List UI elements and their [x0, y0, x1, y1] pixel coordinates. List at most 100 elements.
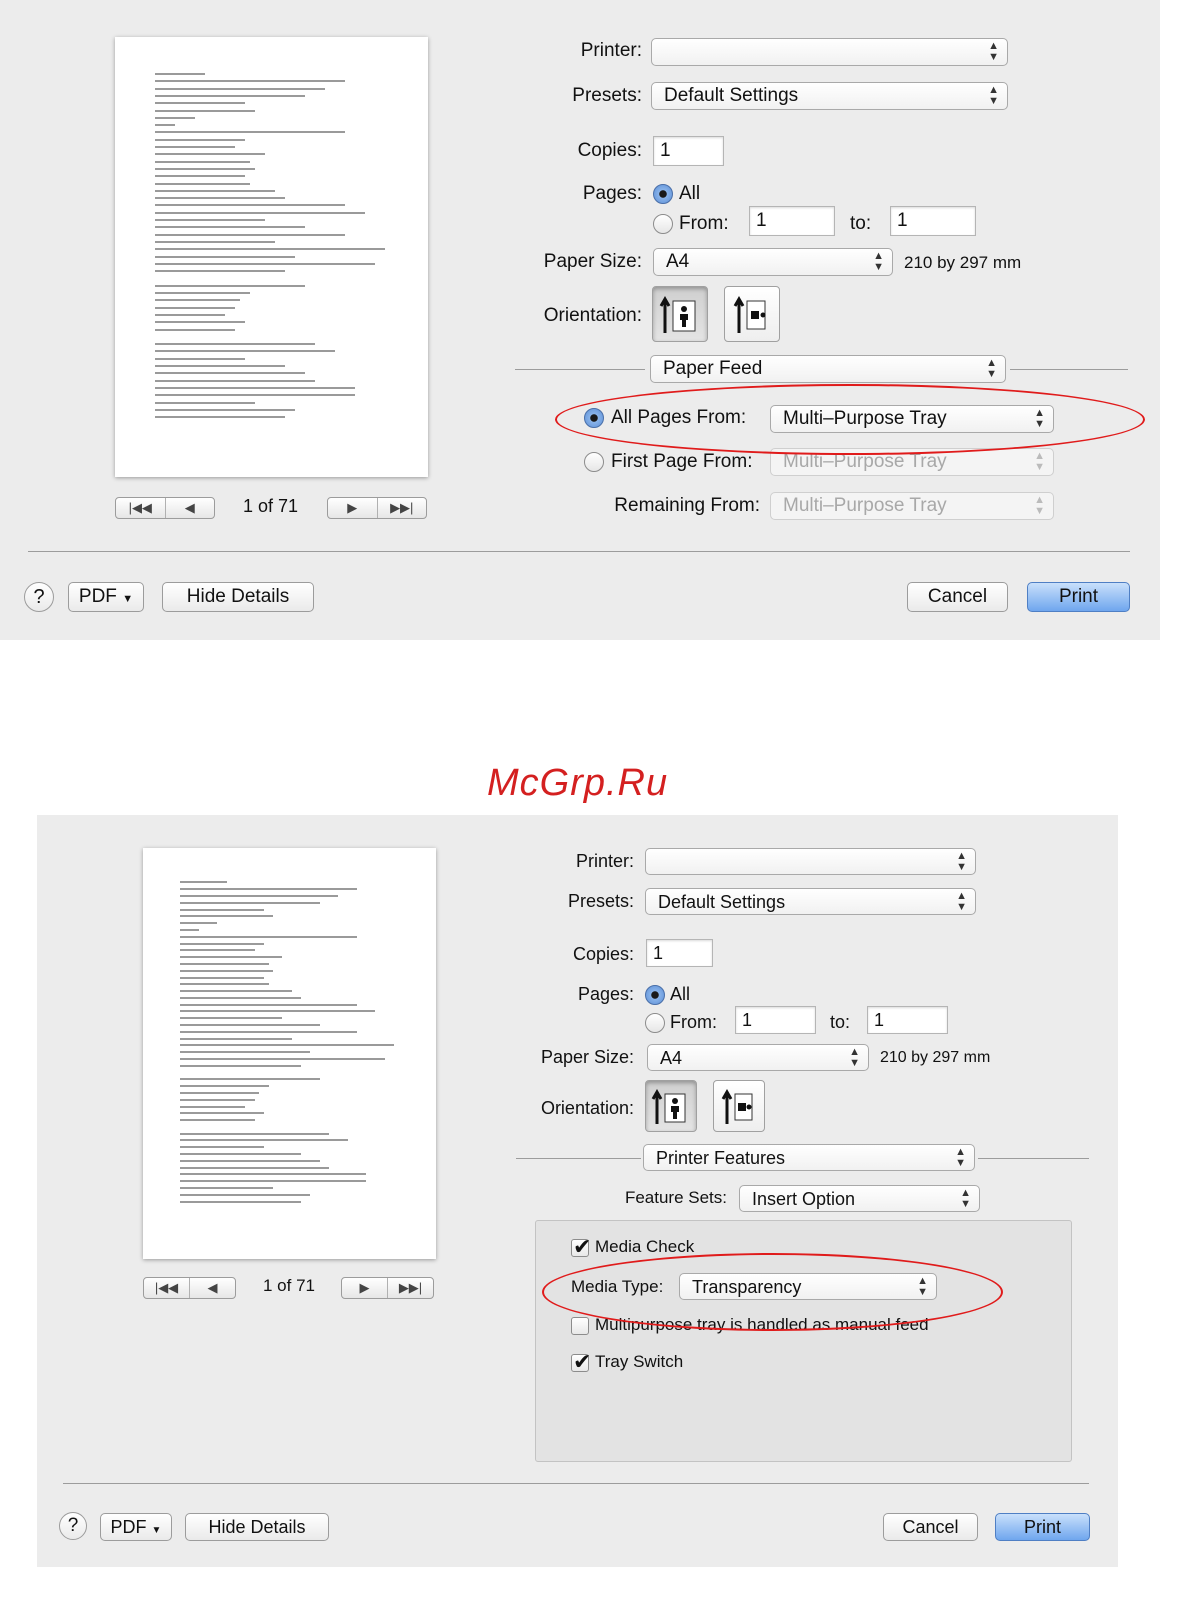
help-button[interactable]: ?: [24, 582, 54, 612]
pages-all-label: All: [679, 183, 701, 204]
last-page-icon[interactable]: ▶▶|: [387, 1278, 433, 1298]
preview-text-line: [180, 1037, 292, 1040]
multipurpose-manual-checkbox[interactable]: [571, 1317, 589, 1335]
print-dialog-paper-feed: |◀◀ ◀ 1 of 71 ▶ ▶▶| Printer: ▲ ▼ Presets: D…: [0, 0, 1160, 640]
print-button[interactable]: Print: [1027, 582, 1130, 612]
printer-label: Printer:: [575, 851, 634, 871]
to-field[interactable]: 1: [890, 206, 976, 236]
preview-text-line: [180, 1193, 311, 1196]
preview-text-line: [155, 255, 295, 258]
preview-text-line: [180, 922, 218, 925]
tray-switch-checkbox[interactable]: ✔: [571, 1349, 591, 1374]
preview-text-line: [155, 160, 250, 163]
printer-popup[interactable]: ▲ ▼: [651, 38, 1008, 66]
page-indicator: 1 of 71: [243, 496, 299, 516]
pager-back[interactable]: |◀◀ ◀: [115, 497, 215, 519]
preview-text-line: [155, 365, 285, 367]
pager-forward[interactable]: ▶ ▶▶|: [327, 497, 427, 519]
preview-text-line: [180, 1030, 357, 1033]
section-value: Printer Features: [656, 1148, 786, 1168]
first-page-icon[interactable]: |◀◀: [144, 1278, 189, 1298]
preview-text-line: [155, 138, 245, 141]
pager-forward[interactable]: ▶ ▶▶|: [341, 1277, 434, 1299]
preview-text-line: [155, 211, 365, 214]
preview-text-line: [180, 1139, 348, 1142]
section-popup[interactable]: Printer Features ▲ ▼: [643, 1144, 975, 1171]
previous-page-icon[interactable]: ◀: [189, 1278, 235, 1298]
preview-text-line: [180, 983, 269, 986]
portrait-orientation-button[interactable]: [652, 286, 708, 342]
hide-details-button[interactable]: Hide Details: [162, 582, 314, 612]
previous-page-icon[interactable]: ◀: [164, 498, 215, 518]
chevron-updown-icon: ▲ ▼: [873, 250, 884, 273]
preview-text-line: [180, 888, 357, 891]
first-page-from-radio[interactable]: [584, 452, 604, 472]
chevron-updown-icon: ▲ ▼: [956, 889, 967, 913]
preview-text-line: [155, 80, 345, 83]
pdf-menu-button[interactable]: PDF ▼: [100, 1513, 172, 1541]
preview-text-line: [155, 262, 375, 265]
presets-popup[interactable]: Default Settings ▲ ▼: [651, 82, 1008, 110]
section-popup[interactable]: Paper Feed ▲ ▼: [650, 355, 1006, 383]
preview-text-line: [155, 204, 345, 207]
last-page-icon[interactable]: ▶▶|: [376, 498, 427, 518]
cancel-button[interactable]: Cancel: [907, 582, 1008, 612]
cancel-button[interactable]: Cancel: [883, 1513, 978, 1541]
landscape-orientation-button[interactable]: [713, 1080, 765, 1132]
paper-size-dims: 210 by 297 mm: [904, 253, 1022, 272]
help-button[interactable]: ?: [59, 1512, 87, 1540]
printer-popup[interactable]: ▲ ▼: [645, 848, 976, 875]
landscape-orientation-button[interactable]: [724, 286, 780, 342]
chevron-updown-icon: ▲ ▼: [988, 84, 999, 107]
preview-text-line: [155, 306, 235, 309]
from-field[interactable]: 1: [749, 206, 835, 236]
pages-all-radio[interactable]: [645, 985, 665, 1005]
triangle-down-icon: ▼: [122, 593, 134, 605]
hide-details-button[interactable]: Hide Details: [185, 1513, 329, 1541]
footer-divider: [63, 1483, 1089, 1484]
preview-text-line: [180, 1003, 357, 1006]
next-page-icon[interactable]: ▶: [342, 1278, 387, 1298]
from-field[interactable]: 1: [735, 1006, 816, 1034]
pages-all-radio[interactable]: [653, 184, 673, 204]
copies-label: Copies:: [572, 944, 634, 964]
print-button[interactable]: Print: [995, 1513, 1090, 1541]
copies-field[interactable]: 1: [653, 136, 724, 166]
preview-text-line: [180, 956, 283, 959]
preview-text-line: [155, 386, 355, 389]
chevron-updown-icon: ▲ ▼: [960, 1186, 971, 1210]
to-field[interactable]: 1: [867, 1006, 948, 1034]
pager-back[interactable]: |◀◀ ◀: [143, 1277, 236, 1299]
checkmark-icon: ✔: [573, 1349, 592, 1374]
preview-text-line: [155, 124, 175, 127]
paper-size-popup[interactable]: A4 ▲ ▼: [647, 1044, 869, 1071]
preview-text-line: [180, 895, 339, 898]
copies-field[interactable]: 1: [646, 939, 713, 967]
pages-from-radio[interactable]: [645, 1013, 665, 1033]
remaining-from-value: Multi–Purpose Tray: [783, 495, 947, 516]
first-page-icon[interactable]: |◀◀: [116, 498, 165, 518]
chevron-updown-icon: ▲ ▼: [849, 1045, 860, 1069]
presets-label: Presets:: [572, 85, 642, 106]
preview-text-line: [155, 116, 195, 119]
preview-text-line: [155, 233, 345, 236]
pdf-menu-button[interactable]: PDF ▼: [68, 582, 144, 612]
paper-size-popup[interactable]: A4 ▲ ▼: [653, 248, 893, 276]
preview-text-line: [155, 146, 235, 148]
preview-text-line: [180, 996, 302, 999]
chevron-updown-icon: ▲ ▼: [988, 40, 999, 63]
presets-popup[interactable]: Default Settings ▲ ▼: [645, 888, 976, 915]
preview-text-line: [180, 1119, 255, 1122]
preview-text-line: [180, 935, 357, 938]
media-check-checkbox[interactable]: ✔: [571, 1234, 591, 1259]
preview-text-line: [180, 1200, 302, 1203]
preview-text-line: [180, 1105, 246, 1108]
preview-text-line: [155, 408, 295, 411]
pages-from-radio[interactable]: [653, 214, 673, 234]
next-page-icon[interactable]: ▶: [328, 498, 377, 518]
feature-sets-popup[interactable]: Insert Option ▲ ▼: [739, 1185, 980, 1212]
portrait-orientation-button[interactable]: [645, 1080, 697, 1132]
media-check-label: Media Check: [595, 1237, 695, 1256]
preview-text-line: [180, 1173, 367, 1176]
preview-text-line: [180, 1051, 311, 1054]
